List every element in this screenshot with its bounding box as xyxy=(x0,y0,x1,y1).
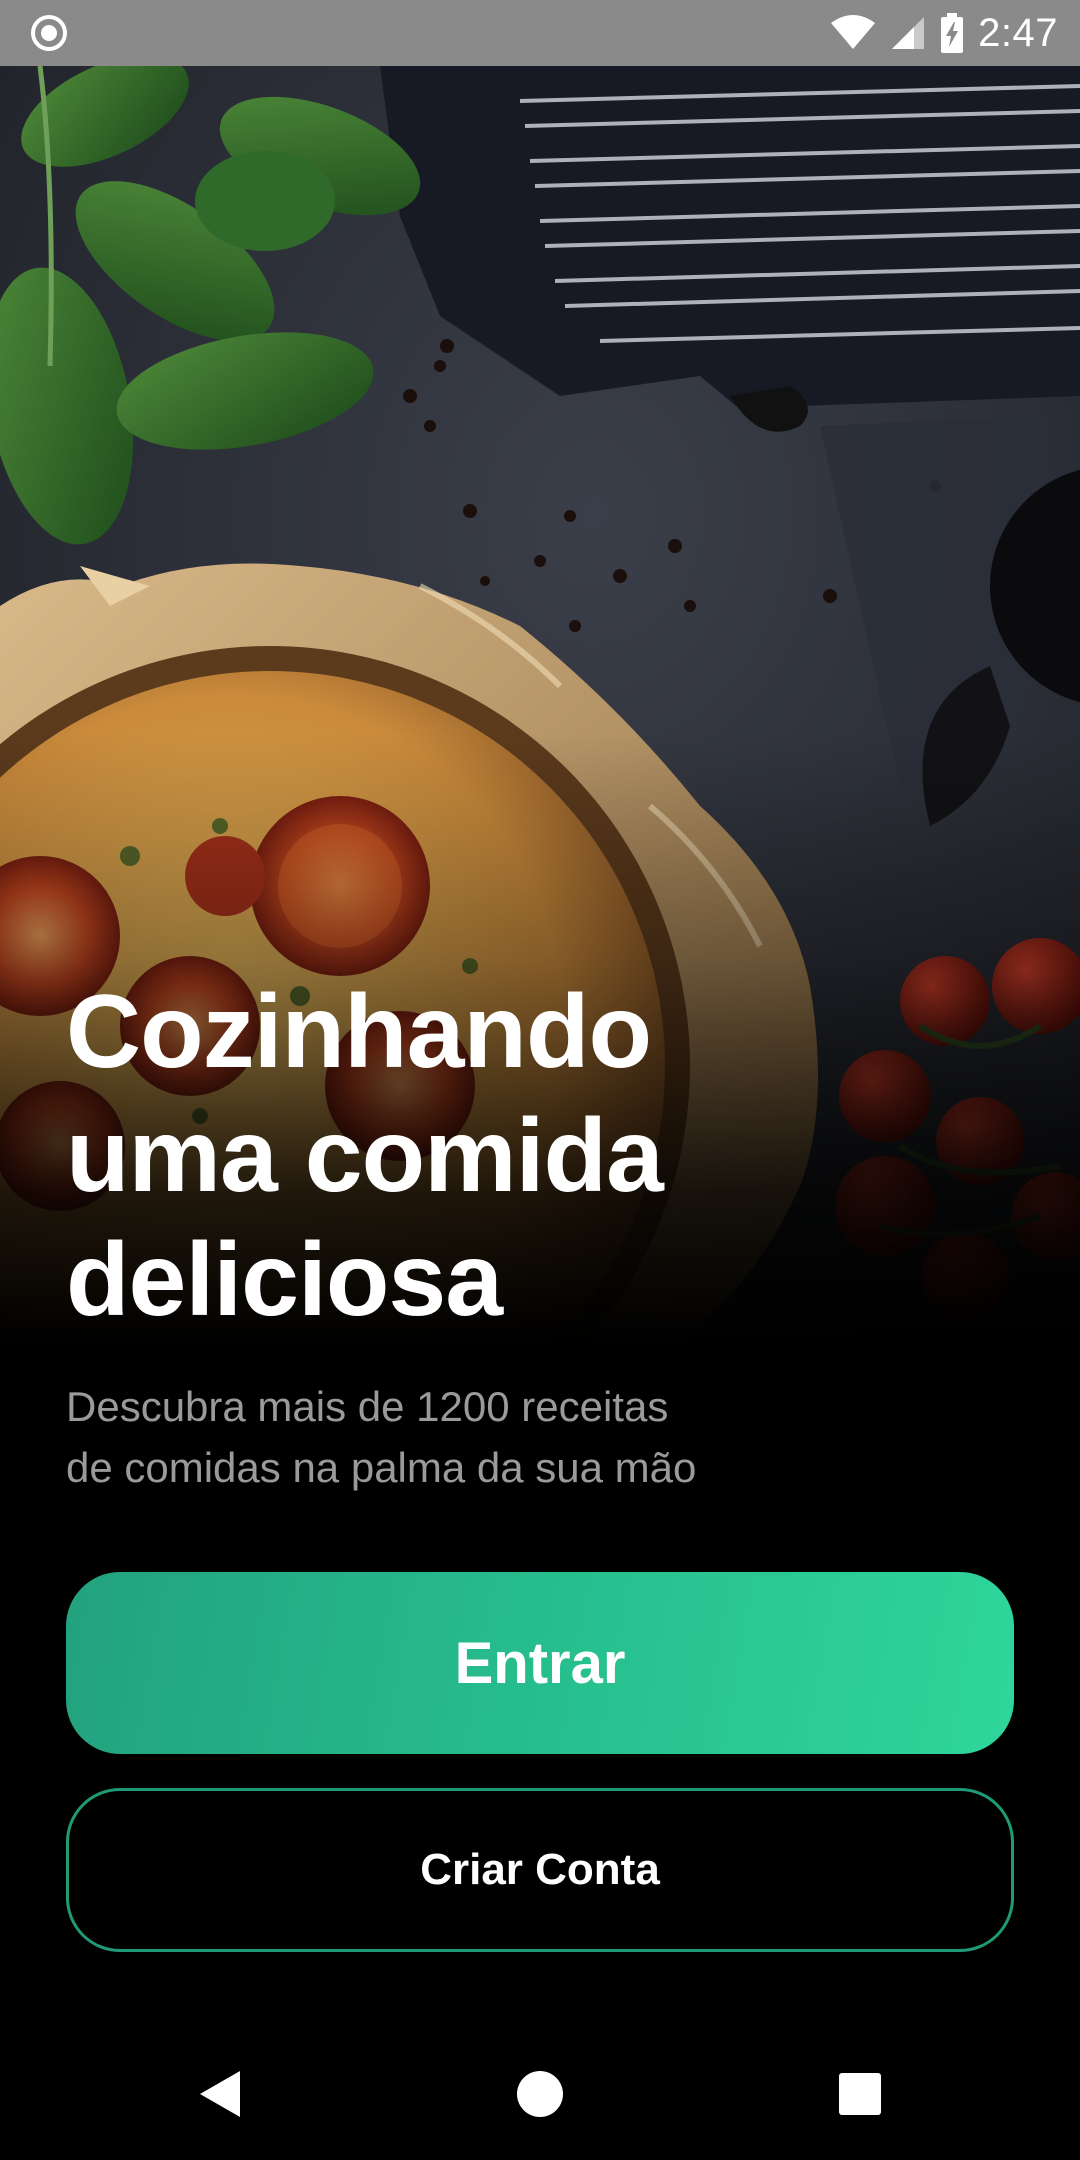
create-account-button[interactable]: Criar Conta xyxy=(66,1788,1014,1952)
back-button[interactable] xyxy=(154,2028,286,2160)
status-bar: 2:47 xyxy=(0,0,1080,66)
navigation-bar xyxy=(0,2028,1080,2160)
headline-line-1: Cozinhando xyxy=(66,974,652,1090)
cell-signal-icon xyxy=(892,17,925,49)
status-icons: 2:47 xyxy=(830,0,1058,66)
battery-charging-icon xyxy=(941,13,964,53)
status-time: 2:47 xyxy=(978,10,1058,55)
login-button[interactable]: Entrar xyxy=(66,1572,1014,1754)
home-button[interactable] xyxy=(474,2028,606,2160)
recents-icon xyxy=(839,2073,881,2115)
recents-button[interactable] xyxy=(794,2028,926,2160)
welcome-screen: 2:47 Cozinhando uma comida deliciosa Des… xyxy=(0,0,1080,2160)
headline-line-3: deliciosa xyxy=(66,1222,503,1338)
record-icon xyxy=(31,15,67,51)
wifi-icon xyxy=(831,15,876,49)
home-icon xyxy=(517,2071,563,2117)
back-icon xyxy=(200,2071,240,2117)
headline-line-2: uma comida xyxy=(66,1098,664,1214)
subtitle-line-1: Descubra mais de 1200 receitas xyxy=(66,1383,669,1430)
headline: Cozinhando uma comida deliciosa xyxy=(66,970,1006,1342)
subtitle-line-2: de comidas na palma da sua mão xyxy=(66,1444,697,1491)
subtitle: Descubra mais de 1200 receitas de comida… xyxy=(66,1376,826,1498)
